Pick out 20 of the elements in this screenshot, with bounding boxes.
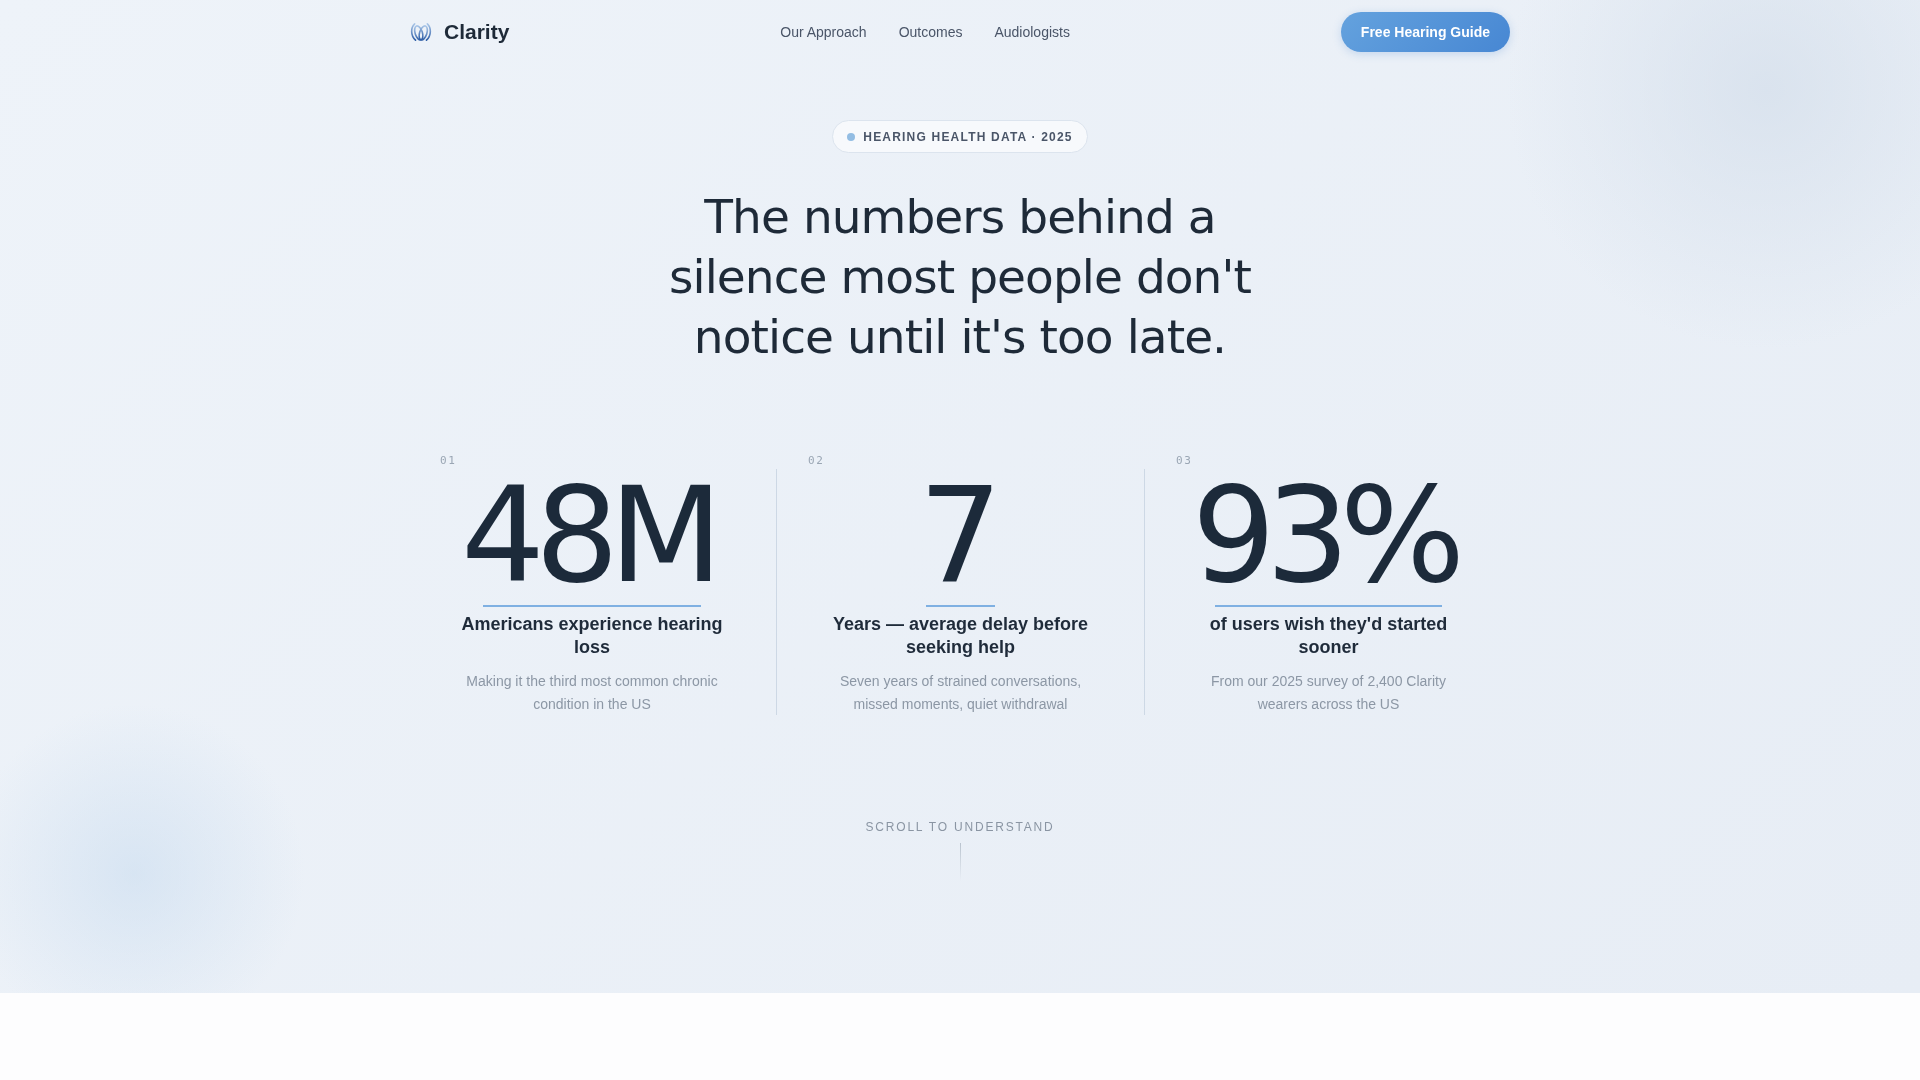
stat-value: 93% (1191, 469, 1457, 601)
stat-description: From our 2025 survey of 2,400 Clarity wearers across the US (1210, 672, 1447, 714)
stat-value: 48M (460, 469, 715, 601)
stat-index: 01 (440, 452, 457, 469)
scroll-hint: SCROLL TO UNDERSTAND (865, 819, 1055, 835)
stat-description: Making it the third most common chronic condition in the US (465, 672, 719, 714)
logo-icon (410, 22, 432, 42)
nav-link[interactable]: Outcomes (898, 21, 963, 43)
nav-link[interactable]: Audiologists (994, 21, 1070, 43)
stat-value: 7 (918, 469, 994, 601)
hero-heading: The numbers behind a silence most people don't notice until it's too late. (668, 188, 1252, 366)
stat-label: of users wish they'd started sooner (1208, 613, 1449, 659)
stat-index: 02 (808, 452, 825, 469)
badge-label: HEARING HEALTH DATA · 2025 (863, 128, 1073, 146)
brand-name[interactable]: Clarity (444, 16, 510, 48)
nav-link[interactable]: Our Approach (780, 21, 867, 43)
stat-description: Seven years of strained conversations, missed moments, quiet withdrawal (838, 672, 1083, 714)
stat-label: Americans experience hearing loss (460, 613, 724, 659)
stat-label: Years — average delay before seeking help (831, 613, 1090, 659)
stat-index: 03 (1176, 452, 1193, 469)
